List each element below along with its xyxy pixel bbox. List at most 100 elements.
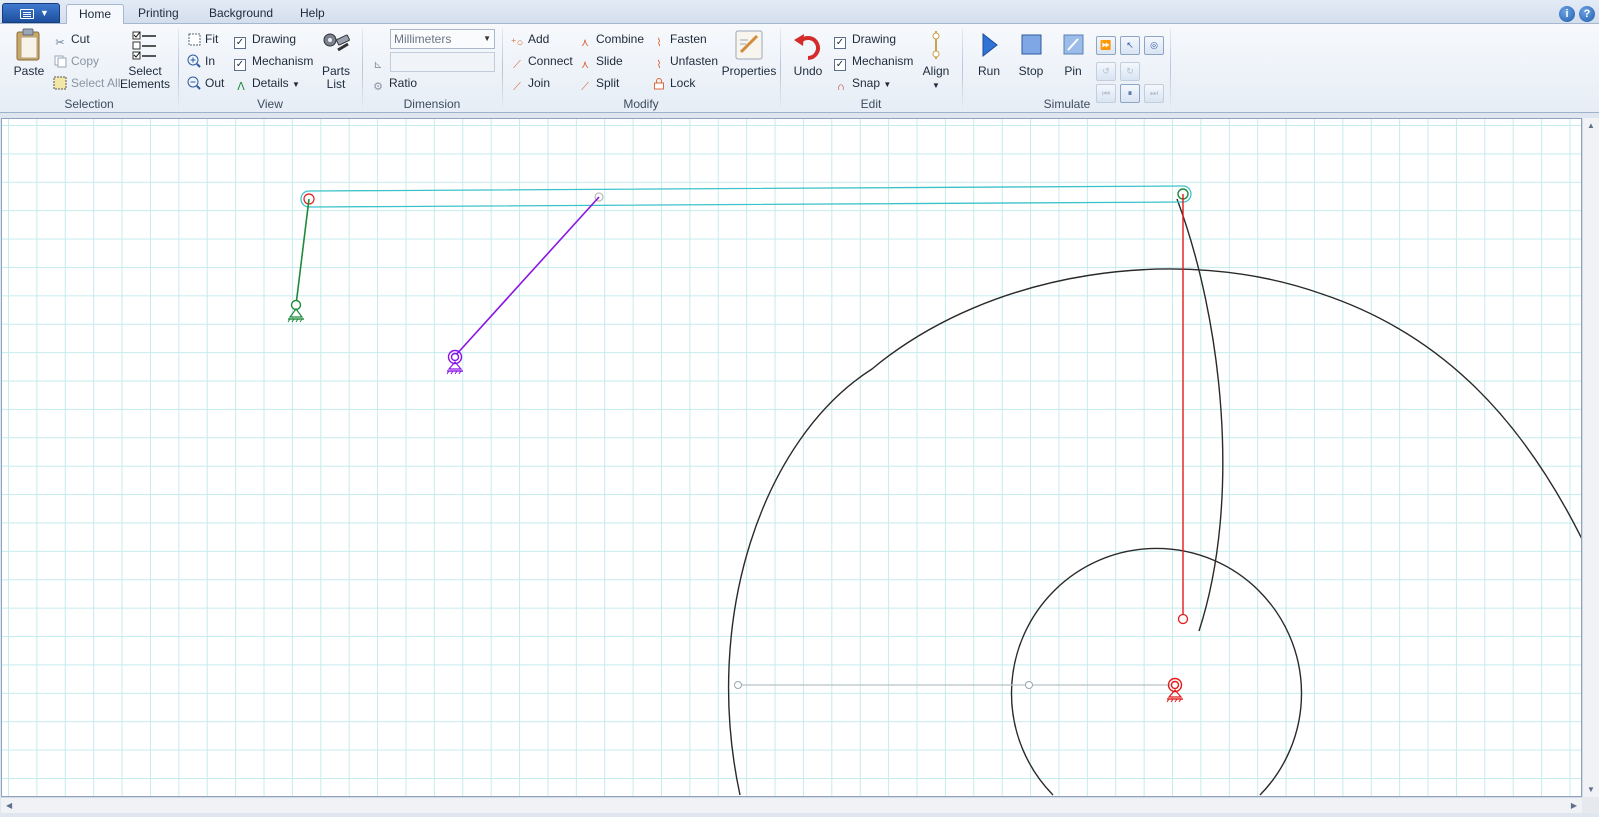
select-tool-button[interactable]: ↖ xyxy=(1120,36,1140,55)
dimension-icon: ⊾ xyxy=(373,59,383,71)
add-button[interactable]: ⁺○ Add xyxy=(510,29,550,49)
zoom-out-button[interactable]: Out xyxy=(187,73,224,93)
tab-help[interactable]: Help xyxy=(288,4,337,24)
checkbox-checked-icon: ✓ xyxy=(834,59,846,71)
group-label-view: View xyxy=(257,97,283,111)
connect-label: Connect xyxy=(528,54,573,68)
options-button[interactable]: ◎ xyxy=(1144,36,1164,55)
purple-link[interactable] xyxy=(454,196,600,357)
stop-icon xyxy=(1015,28,1047,62)
view-mechanism-checkbox[interactable]: ✓ Mechanism xyxy=(234,51,313,71)
copy-label: Copy xyxy=(71,54,100,68)
ratio-button[interactable]: ⚙ Ratio xyxy=(371,73,417,93)
tab-printing[interactable]: Printing xyxy=(126,4,191,24)
run-button[interactable]: Run xyxy=(970,28,1008,78)
undo-icon xyxy=(792,28,824,62)
skip-back-button[interactable]: ⏮ xyxy=(1096,84,1116,103)
help-icon[interactable]: ? xyxy=(1579,6,1595,22)
cut-button[interactable]: ✂ Cut xyxy=(53,29,89,49)
slide-button[interactable]: ⋏ Slide xyxy=(578,51,623,71)
align-label: Align xyxy=(922,64,950,78)
pause-button[interactable]: ⏸ xyxy=(1120,84,1140,103)
scroll-up-icon[interactable]: ▲ xyxy=(1587,121,1595,130)
info-icon[interactable]: i xyxy=(1559,6,1575,22)
vertical-scrollbar[interactable]: ▲ ▼ xyxy=(1582,118,1599,797)
edit-drawing-checkbox[interactable]: ✓ Drawing xyxy=(834,29,896,49)
red-ground-anchor[interactable] xyxy=(1166,677,1183,703)
pin-icon xyxy=(1057,28,1089,62)
paste-button[interactable]: Paste xyxy=(10,28,48,78)
traced-path-curve xyxy=(1176,198,1224,632)
parts-list-button[interactable]: Parts List xyxy=(316,28,356,91)
view-drawing-checkbox[interactable]: ✓ Drawing xyxy=(234,29,296,49)
select-all-button[interactable]: Select All xyxy=(53,73,120,93)
unfasten-button[interactable]: ⌇ Unfasten xyxy=(652,51,718,71)
rotate-right-icon: ↻ xyxy=(1126,66,1134,76)
dimension-value-field[interactable] xyxy=(390,52,495,72)
pin-button[interactable]: Pin xyxy=(1054,28,1092,78)
zoom-in-icon xyxy=(187,54,201,68)
gear-icon: ⚙ xyxy=(373,81,383,93)
options-icon: ◎ xyxy=(1150,40,1158,50)
connect-button[interactable]: ⟋ Connect xyxy=(510,51,573,71)
join-label: Join xyxy=(528,76,551,90)
zoom-in-button[interactable]: In xyxy=(187,51,215,71)
application-menu-button[interactable]: ▼ xyxy=(2,3,60,23)
dimension-icon-slot: ⊾ xyxy=(371,51,389,71)
green-link[interactable] xyxy=(295,198,310,306)
select-elements-button[interactable]: Select Elements xyxy=(120,28,170,91)
split-button[interactable]: ⟋ Split xyxy=(578,73,619,93)
skip-forward-button[interactable]: ⏭ xyxy=(1144,84,1164,103)
stop-button[interactable]: Stop xyxy=(1012,28,1050,78)
magnet-icon: ∩ xyxy=(837,81,845,93)
tab-home[interactable]: Home xyxy=(66,4,125,25)
fast-forward-button[interactable]: ⏩ xyxy=(1096,36,1116,55)
copy-button[interactable]: Copy xyxy=(53,51,99,71)
coupler-link[interactable] xyxy=(300,185,1192,208)
rotate-left-icon: ↺ xyxy=(1102,66,1110,76)
pin-label: Pin xyxy=(1064,64,1082,78)
snap-dropdown[interactable]: ∩ Snap ▼ xyxy=(834,73,891,93)
combine-icon: ⋏ xyxy=(580,37,590,49)
combine-button[interactable]: ⋏ Combine xyxy=(578,29,644,49)
add-label: Add xyxy=(528,32,550,46)
green-ground-anchor[interactable] xyxy=(287,299,304,323)
group-label-edit: Edit xyxy=(860,97,882,111)
group-label-modify: Modify xyxy=(623,97,659,111)
rotate-right-button[interactable]: ↻ xyxy=(1120,62,1140,81)
group-separator xyxy=(962,28,963,110)
join-icon: ⟋ xyxy=(513,81,521,93)
mechanism-canvas[interactable] xyxy=(1,118,1582,797)
chevron-down-icon: ▼ xyxy=(483,34,491,43)
rotate-left-button[interactable]: ↺ xyxy=(1096,62,1116,81)
scroll-right-icon[interactable]: ▶ xyxy=(1571,801,1577,810)
details-icon: ᐱ xyxy=(237,81,245,93)
join-button[interactable]: ⟋ Join xyxy=(510,73,550,93)
details-dropdown[interactable]: ᐱ Details ▼ xyxy=(234,73,300,93)
zoom-fit-button[interactable]: Fit xyxy=(187,29,218,49)
horizontal-scrollbar[interactable]: ◀ ▶ xyxy=(1,797,1582,813)
lock-button[interactable]: Lock xyxy=(652,73,695,93)
fasten-button[interactable]: ⌇ Fasten xyxy=(652,29,706,49)
edit-mechanism-checkbox[interactable]: ✓ Mechanism xyxy=(834,51,913,71)
align-button[interactable]: Align ▼ xyxy=(916,28,956,92)
tab-background[interactable]: Background xyxy=(197,4,285,24)
red-link-end-connector[interactable] xyxy=(1177,613,1189,625)
fast-forward-icon: ⏩ xyxy=(1100,40,1112,50)
scroll-down-icon[interactable]: ▼ xyxy=(1587,785,1595,794)
parts-list-label-2: List xyxy=(326,77,346,91)
zoom-out-label: Out xyxy=(205,76,225,90)
stop-label: Stop xyxy=(1018,64,1044,78)
chevron-down-icon: ▼ xyxy=(292,80,300,89)
properties-button[interactable]: Properties xyxy=(720,28,778,78)
paste-label: Paste xyxy=(13,64,45,78)
select-all-icon xyxy=(53,76,67,90)
linkage-app-window: ▼ Home Printing Background Help i ? Past… xyxy=(0,0,1599,817)
fit-label: Fit xyxy=(205,32,219,46)
scroll-left-icon[interactable]: ◀ xyxy=(6,801,12,810)
view-mechanism-label: Mechanism xyxy=(252,54,314,68)
units-select[interactable]: Millimeters ▼ xyxy=(390,29,495,49)
edit-mechanism-label: Mechanism xyxy=(852,54,914,68)
purple-ground-anchor[interactable] xyxy=(446,349,463,375)
undo-button[interactable]: Undo xyxy=(788,28,828,78)
